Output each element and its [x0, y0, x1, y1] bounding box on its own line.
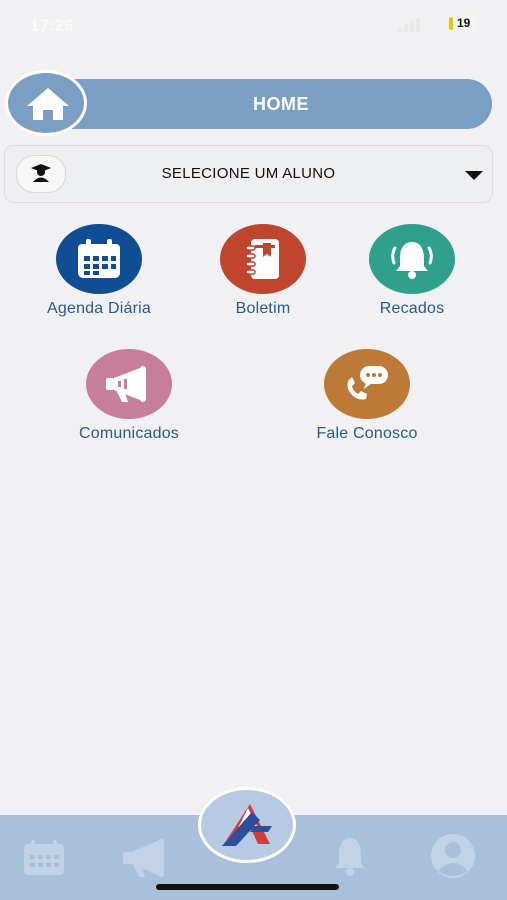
menu-item-boletim[interactable]: Boletim: [193, 224, 333, 318]
school-logo-button[interactable]: [198, 787, 296, 863]
phone-chat-icon: [347, 366, 388, 400]
boletim-button[interactable]: [220, 224, 306, 294]
notebook-icon: [245, 239, 279, 279]
battery-icon: 19: [447, 15, 477, 32]
agenda-diaria-button[interactable]: [56, 224, 142, 294]
menu-label: Boletim: [235, 300, 291, 317]
student-select-label: SELECIONE UM ALUNO: [161, 165, 336, 182]
calendar-icon[interactable]: [22, 839, 66, 877]
menu-item-recados[interactable]: Recados: [342, 224, 482, 318]
battery-level: 19: [457, 16, 471, 30]
comunicados-button[interactable]: [86, 349, 172, 419]
chevron-down-icon: [465, 171, 483, 180]
menu-item-agenda-diaria[interactable]: Agenda Diária: [29, 224, 169, 318]
home-button[interactable]: [5, 70, 87, 136]
student-select-dropdown[interactable]: SELECIONE UM ALUNO: [4, 145, 493, 203]
megaphone-icon: [106, 366, 146, 402]
megaphone-icon[interactable]: [120, 837, 174, 879]
menu-label: Fale Conosco: [316, 425, 418, 442]
menu-label: Comunicados: [78, 425, 180, 442]
bell-icon[interactable]: [329, 835, 371, 877]
menu-item-comunicados[interactable]: Comunicados: [59, 349, 199, 443]
bell-icon: [391, 242, 433, 279]
school-logo: [222, 804, 272, 846]
home-icon: [27, 88, 69, 120]
calendar-icon: [78, 239, 120, 278]
menu-item-fale-conosco[interactable]: Fale Conosco: [297, 349, 437, 443]
status-time: 17:26: [30, 16, 74, 35]
signal-icon: [398, 18, 420, 32]
recados-button[interactable]: [369, 224, 455, 294]
home-indicator: [156, 884, 339, 890]
fale-conosco-button[interactable]: [324, 349, 410, 419]
battery-fill: [449, 17, 453, 30]
network-label: 4G: [424, 17, 441, 31]
menu-label: Recados: [379, 300, 445, 317]
profile-icon[interactable]: [428, 833, 478, 879]
status-bar: 17:26 4G 19: [0, 0, 507, 48]
menu-label: Agenda Diária: [47, 300, 151, 317]
